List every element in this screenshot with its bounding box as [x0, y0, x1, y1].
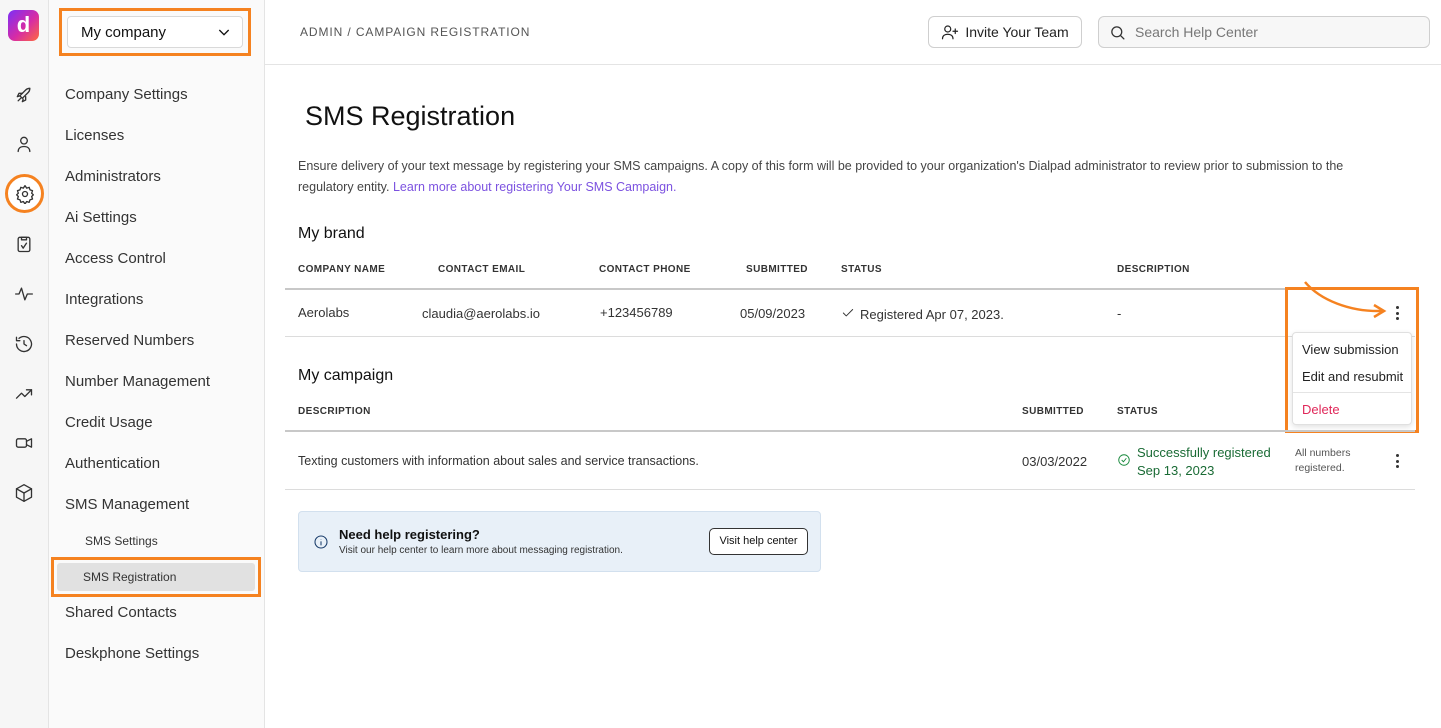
campaign-header-divider: [285, 430, 1415, 432]
campaign-status-line2: Sep 13, 2023: [1137, 463, 1215, 478]
brand-contact-phone: +123456789: [600, 305, 673, 320]
history-icon[interactable]: [12, 332, 36, 356]
menu-item-edit-resubmit[interactable]: Edit and resubmit: [1302, 369, 1403, 384]
brand-status: Registered Apr 07, 2023.: [841, 306, 1004, 323]
rocket-icon[interactable]: [12, 83, 36, 107]
icon-rail: d: [0, 0, 49, 728]
intro-text: Ensure delivery of your text message by …: [298, 156, 1388, 198]
campaign-section-title: My campaign: [298, 367, 394, 384]
nav-item-shared-contacts[interactable]: Shared Contacts: [65, 604, 177, 621]
nav-item-sms-management[interactable]: SMS Management: [65, 496, 189, 513]
nav-subitem-sms-settings[interactable]: SMS Settings: [85, 534, 158, 548]
cube-icon[interactable]: [12, 481, 36, 505]
brand-company-name: Aerolabs: [298, 305, 350, 320]
campaign-status-line1: Successfully registered: [1137, 445, 1271, 460]
campaign-note-line1: All numbers: [1295, 447, 1351, 459]
add-user-icon: [942, 25, 959, 40]
nav-item-administrators[interactable]: Administrators: [65, 168, 161, 185]
column-header-campaign-description: DESCRIPTION: [298, 406, 371, 417]
table-header-divider: [285, 288, 1415, 290]
user-icon[interactable]: [12, 132, 36, 156]
nav-item-credit-usage[interactable]: Credit Usage: [65, 414, 153, 431]
nav-item-reserved-numbers[interactable]: Reserved Numbers: [65, 332, 194, 349]
page-title: SMS Registration: [305, 101, 516, 131]
campaign-submitted-date: 03/03/2022: [1022, 454, 1088, 469]
clipboard-icon[interactable]: [12, 232, 36, 256]
company-select-highlight: My company: [59, 8, 251, 56]
nav-item-access-control[interactable]: Access Control: [65, 250, 166, 267]
invite-team-label: Invite Your Team: [965, 24, 1069, 40]
nav-active-highlight: SMS Registration: [51, 557, 261, 597]
brand-status-text: Registered Apr 07, 2023.: [860, 307, 1004, 322]
nav-item-ai-settings[interactable]: Ai Settings: [65, 209, 137, 226]
column-header-campaign-status: STATUS: [1117, 406, 1158, 417]
brand-contact-email: claudia@aerolabs.io: [422, 306, 540, 321]
activity-icon[interactable]: [12, 282, 36, 306]
nav-item-number-management[interactable]: Number Management: [65, 373, 210, 390]
visit-help-center-button[interactable]: Visit help center: [709, 528, 808, 555]
gear-icon[interactable]: [5, 174, 44, 213]
nav-item-licenses[interactable]: Licenses: [65, 127, 124, 144]
campaign-row-divider: [285, 489, 1415, 490]
column-header-contact-phone: CONTACT PHONE: [599, 264, 691, 275]
nav-item-deskphone-settings[interactable]: Deskphone Settings: [65, 645, 199, 662]
settings-nav: My company Company Settings Licenses Adm…: [49, 0, 265, 728]
campaign-more-options-icon[interactable]: [1390, 452, 1404, 470]
menu-divider: [1293, 392, 1411, 393]
nav-item-company-settings[interactable]: Company Settings: [65, 86, 188, 103]
check-circle-icon: [1118, 454, 1130, 466]
column-header-status: STATUS: [841, 264, 882, 275]
search-input[interactable]: [1135, 24, 1415, 40]
nav-subitem-sms-registration[interactable]: SMS Registration: [57, 563, 255, 591]
campaign-numbers-note: All numbers registered.: [1295, 446, 1365, 476]
brand-section-title: My brand: [298, 225, 365, 242]
trending-icon[interactable]: [12, 382, 36, 406]
menu-item-view-submission[interactable]: View submission: [1302, 342, 1399, 357]
search-icon: [1111, 25, 1125, 40]
column-header-description: DESCRIPTION: [1117, 264, 1190, 275]
logo-icon[interactable]: d: [8, 10, 39, 41]
column-header-company-name: COMPANY NAME: [298, 264, 386, 275]
check-icon: [841, 306, 855, 323]
campaign-note-line2: registered.: [1295, 462, 1345, 474]
nav-item-integrations[interactable]: Integrations: [65, 291, 143, 308]
top-bar: ADMIN / CAMPAIGN REGISTRATION Invite You…: [265, 0, 1441, 65]
help-subtitle: Visit our help center to learn more abou…: [339, 545, 623, 556]
breadcrumb: ADMIN / CAMPAIGN REGISTRATION: [300, 25, 531, 39]
company-select[interactable]: My company: [67, 16, 243, 48]
invite-team-button[interactable]: Invite Your Team: [928, 16, 1082, 48]
info-icon: [313, 534, 329, 550]
campaign-status: Successfully registered Sep 13, 2023: [1117, 444, 1271, 480]
brand-submitted-date: 05/09/2023: [740, 306, 806, 321]
chevron-down-icon: [218, 29, 230, 36]
column-header-contact-email: CONTACT EMAIL: [438, 264, 526, 275]
company-name: My company: [81, 23, 167, 41]
row-divider: [285, 336, 1415, 337]
help-card: Need help registering? Visit our help ce…: [298, 511, 821, 572]
video-icon[interactable]: [12, 431, 36, 455]
search-box[interactable]: [1098, 16, 1430, 48]
campaign-description: Texting customers with information about…: [298, 454, 699, 468]
help-title: Need help registering?: [339, 527, 480, 542]
column-header-submitted: SUBMITTED: [746, 264, 808, 275]
brand-description: -: [1117, 306, 1122, 321]
menu-item-delete[interactable]: Delete: [1302, 402, 1340, 417]
column-header-campaign-submitted: SUBMITTED: [1022, 406, 1084, 417]
brand-options-menu: View submission Edit and resubmit Delete: [1292, 332, 1412, 425]
learn-more-link[interactable]: Learn more about registering Your SMS Ca…: [393, 180, 677, 194]
nav-item-authentication[interactable]: Authentication: [65, 455, 160, 472]
